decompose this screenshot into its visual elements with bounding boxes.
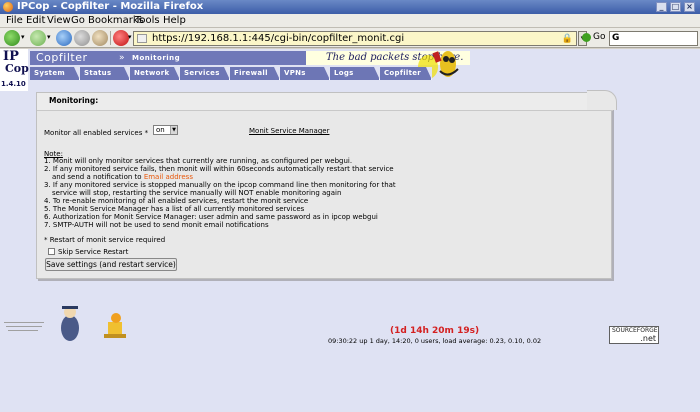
tab-status[interactable]: Status bbox=[80, 67, 130, 80]
back-dropdown-icon[interactable]: ▾ bbox=[21, 33, 25, 41]
stop-icon[interactable] bbox=[74, 30, 90, 46]
page-content: IP Cop 1.4.10 Copfilter » Monitoring The… bbox=[0, 49, 700, 412]
menu-bar: File Edit View Go Bookmarks Tools Help bbox=[0, 14, 700, 28]
back-arrow-icon[interactable] bbox=[4, 30, 20, 46]
monit-service-manager-link[interactable]: Monit Service Manager bbox=[249, 127, 329, 135]
chevron-down-icon: ▼ bbox=[170, 126, 177, 134]
navigation-toolbar: ▾ ▾ ▾ https://192.168.1.1:445/cgi-bin/co… bbox=[0, 28, 700, 48]
ipcop-logo[interactable]: IP Cop 1.4.10 bbox=[0, 49, 29, 91]
url-bar[interactable]: https://192.168.1.1:445/cgi-bin/copfilte… bbox=[133, 31, 577, 46]
animated-mascots-icon bbox=[4, 306, 126, 341]
tab-vpns[interactable]: VPNs bbox=[280, 67, 330, 80]
uptime-display: (1d 14h 20m 19s) bbox=[390, 326, 480, 336]
monitor-select-value: on bbox=[156, 126, 165, 134]
url-text: https://192.168.1.1:445/cgi-bin/copfilte… bbox=[152, 33, 405, 44]
section-header: Copfilter » Monitoring bbox=[30, 51, 306, 65]
tab-system[interactable]: System bbox=[30, 67, 80, 80]
go-arrow-icon bbox=[582, 33, 591, 42]
lock-icon[interactable]: 🔒 bbox=[562, 33, 573, 46]
forward-dropdown-icon[interactable]: ▾ bbox=[47, 33, 51, 41]
note-3b: service will stop, restarting the servic… bbox=[52, 189, 342, 197]
subsection-name: Monitoring bbox=[132, 54, 181, 62]
firefox-icon bbox=[3, 2, 13, 12]
section-name: Copfilter bbox=[36, 51, 88, 64]
sourceforge-net-text: .net bbox=[640, 334, 656, 343]
adblock-dropdown-icon[interactable]: ▾ bbox=[128, 33, 132, 41]
page-favicon-icon bbox=[137, 34, 147, 43]
adblock-icon[interactable] bbox=[113, 30, 129, 46]
forward-arrow-icon[interactable] bbox=[30, 30, 46, 46]
tab-copfilter[interactable]: Copfilter bbox=[380, 67, 432, 80]
email-address-link[interactable]: Email address bbox=[144, 173, 193, 181]
note-1: 1. Monit will only monitor services that… bbox=[44, 157, 353, 165]
tab-services[interactable]: Services bbox=[180, 67, 230, 80]
tab-firewall[interactable]: Firewall bbox=[230, 67, 280, 80]
window-titlebar: IPCop - Copfilter - Mozilla Firefox _ □ … bbox=[0, 0, 700, 14]
tab-network[interactable]: Network bbox=[130, 67, 180, 80]
reload-icon[interactable] bbox=[56, 30, 72, 46]
save-settings-button[interactable]: Save settings (and restart service) bbox=[45, 258, 177, 271]
search-engine-icon[interactable]: G bbox=[612, 33, 619, 43]
note-6: 6. Authorization for Monit Service Manag… bbox=[44, 213, 378, 221]
skip-restart-checkbox[interactable] bbox=[48, 248, 55, 255]
maximize-icon[interactable]: □ bbox=[670, 2, 681, 12]
home-icon[interactable] bbox=[92, 30, 108, 46]
restart-note: * Restart of monit service required bbox=[44, 236, 166, 244]
menu-file[interactable]: File bbox=[6, 14, 23, 28]
menu-help[interactable]: Help bbox=[163, 14, 186, 28]
menu-edit[interactable]: Edit bbox=[26, 14, 45, 28]
ipcop-version: 1.4.10 bbox=[1, 80, 26, 88]
monitor-select[interactable]: on ▼ bbox=[153, 125, 178, 135]
logo-cop-text: Cop bbox=[5, 62, 29, 75]
note-4: 4. To re-enable monitoring of all enable… bbox=[44, 197, 309, 205]
chevron-right-icon: » bbox=[119, 53, 125, 63]
note-5: 5. The Monit Service Manager has a list … bbox=[44, 205, 305, 213]
note-7: 7. SMTP-AUTH will not be used to send mo… bbox=[44, 221, 269, 229]
note-2b-text: and send a notification to bbox=[52, 173, 144, 181]
panel-header: Monitoring: bbox=[37, 90, 617, 111]
search-input[interactable]: G bbox=[609, 31, 698, 46]
sourceforge-logo[interactable]: SOURCEFORGE .net bbox=[609, 326, 659, 344]
minimize-icon[interactable]: _ bbox=[656, 2, 667, 12]
menu-tools[interactable]: Tools bbox=[135, 14, 160, 28]
main-nav-tabs: System Status Network Services Firewall … bbox=[30, 67, 470, 80]
skip-restart-label[interactable]: Skip Service Restart bbox=[58, 248, 128, 256]
uptime-value: 1d 14h 20m 19s bbox=[394, 326, 475, 336]
go-label[interactable]: Go bbox=[593, 32, 605, 42]
note-2: 2. If any monitored service fails, then … bbox=[44, 165, 394, 173]
window-title: IPCop - Copfilter - Mozilla Firefox bbox=[17, 1, 204, 12]
panel-title: Monitoring: bbox=[49, 96, 99, 105]
menu-view[interactable]: View bbox=[47, 14, 71, 28]
load-average: 09:30:22 up 1 day, 14:20, 0 users, load … bbox=[328, 337, 542, 345]
note-2b: and send a notification to Email address bbox=[52, 173, 193, 181]
menu-go[interactable]: Go bbox=[71, 14, 85, 28]
close-icon[interactable]: × bbox=[684, 2, 695, 12]
tab-logs[interactable]: Logs bbox=[330, 67, 380, 80]
note-3: 3. If any monitored service is stopped m… bbox=[44, 181, 396, 189]
monitor-label: Monitor all enabled services * bbox=[44, 129, 149, 137]
